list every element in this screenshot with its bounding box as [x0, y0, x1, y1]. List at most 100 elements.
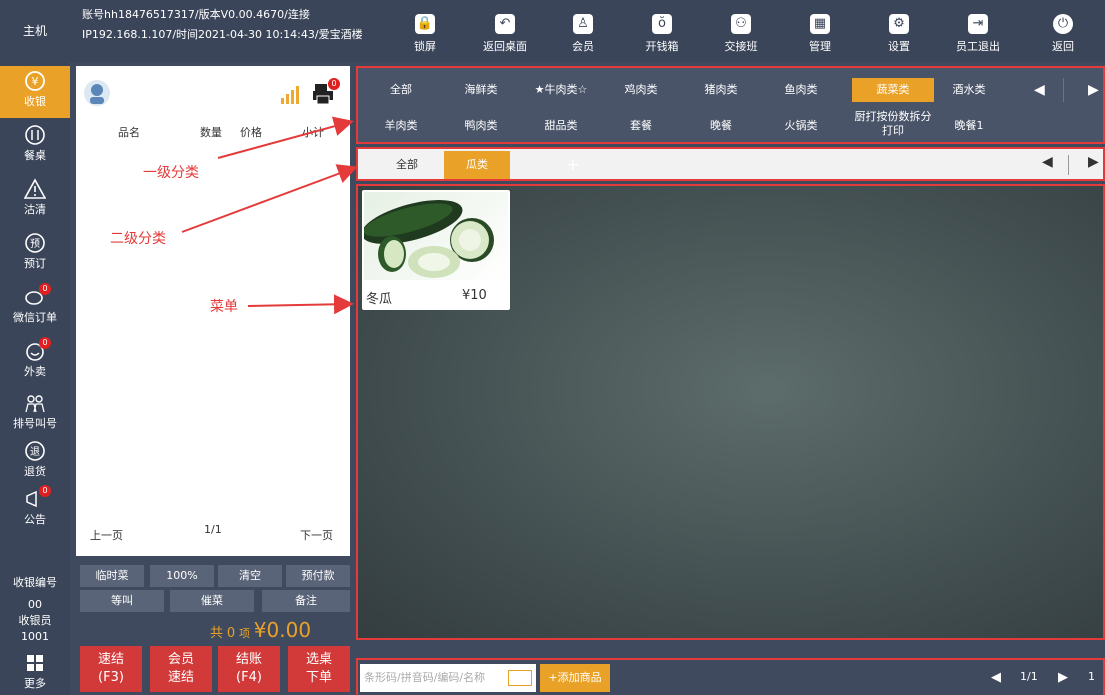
printer-icon[interactable]: 0 — [312, 78, 340, 106]
category-tab[interactable]: 甜品类 — [524, 114, 598, 138]
button-label: 返回 — [1052, 40, 1074, 53]
add-subcategory-button[interactable]: + — [540, 151, 606, 179]
temp-dish-button[interactable]: 临时菜 — [80, 565, 144, 587]
sidebar-item-tables[interactable]: 餐桌 — [0, 120, 70, 172]
back-arrow-icon: ↶ — [495, 14, 515, 34]
sidebar-item-return[interactable]: 退 退货 — [0, 436, 70, 488]
sidebar-item-label: 排号叫号 — [13, 417, 57, 430]
open-cash-drawer-button[interactable]: ŏ 开钱箱 — [627, 6, 697, 60]
divider — [1068, 155, 1069, 175]
category-tab-active[interactable]: 蔬菜类 — [852, 78, 934, 102]
account-info: 账号hh18476517317/版本V0.00.4670/连接 — [82, 8, 310, 21]
back-desktop-button[interactable]: ↶ 返回桌面 — [470, 6, 540, 60]
member-icon: ♙ — [573, 14, 593, 34]
order-total: 共 0 项 ¥0.00 — [210, 618, 311, 642]
select-table-button[interactable]: 选桌 下单 — [288, 646, 350, 692]
scroll-right-icon[interactable]: ▶ — [1088, 82, 1099, 98]
category-tab[interactable]: 鸡肉类 — [604, 78, 678, 102]
category-tab[interactable]: ★牛肉类☆ — [524, 78, 598, 102]
sidebar-item-notice[interactable]: 0 公告 — [0, 484, 70, 536]
wechat-order-icon: 0 — [24, 283, 51, 308]
sidebar-item-label: 公告 — [24, 513, 46, 526]
dish-card[interactable]: 冬瓜 ¥10 — [362, 190, 510, 310]
ip-info: IP192.168.1.107/时间2021-04-30 10:14:43/爱宝… — [82, 28, 363, 41]
shift-handover-button[interactable]: ⚇ 交接班 — [706, 6, 776, 60]
staff-logout-button[interactable]: ⇥ 员工退出 — [943, 6, 1013, 60]
next-page-button[interactable]: 下一页 — [300, 527, 333, 543]
cashier-label: 收银员 — [18, 614, 52, 627]
notification-badge: 0 — [39, 283, 51, 295]
category-tab[interactable]: 海鲜类 — [444, 78, 518, 102]
manage-button[interactable]: ▦ 管理 — [785, 6, 855, 60]
sidebar-item-label: 更多 — [24, 677, 46, 690]
annotation-primary-category: 一级分类 — [143, 165, 199, 181]
takeout-icon: 0 — [24, 337, 51, 362]
page-indicator: 1/1 — [204, 523, 222, 536]
note-button[interactable]: 备注 — [262, 590, 350, 612]
button-label: 锁屏 — [414, 40, 436, 53]
category-tab[interactable]: 鸭肉类 — [444, 114, 518, 138]
svg-text:¥: ¥ — [32, 75, 39, 88]
logout-icon: ⇥ — [968, 14, 988, 34]
sidebar-item-queue[interactable]: 排号叫号 — [0, 388, 70, 440]
cashier-no-label: 收银编号 — [13, 576, 57, 589]
subcategory-tab[interactable]: 全部 — [374, 151, 440, 179]
hold-button[interactable]: 等叫 — [80, 590, 164, 612]
settings-button[interactable]: ⚙ 设置 — [864, 6, 934, 60]
category-tab[interactable]: 全部 — [364, 78, 438, 102]
category-tab[interactable]: 酒水类 — [932, 78, 1006, 102]
scroll-right-icon[interactable]: ▶ — [1088, 154, 1099, 170]
button-label: 管理 — [809, 40, 831, 53]
category-tab[interactable]: 猪肉类 — [684, 78, 758, 102]
column-qty: 数量 — [200, 126, 222, 139]
button-label: 设置 — [888, 40, 910, 53]
manage-icon: ▦ — [810, 14, 830, 34]
bottom-bar: 条形码/拼音码/编码/名称 +添加商品 ◀ 1/1 ▶ 1 — [356, 658, 1105, 695]
page-indicator: 1/1 — [1020, 670, 1038, 683]
avatar — [84, 80, 110, 106]
category-tab[interactable]: 羊肉类 — [364, 114, 438, 138]
category-tab[interactable]: 厨打按份数拆分打印 — [852, 108, 934, 140]
category-tab[interactable]: 套餐 — [604, 114, 678, 138]
return-icon: 退 — [24, 440, 46, 462]
category-tab[interactable]: 火锅类 — [764, 114, 838, 138]
annotation-secondary-category: 二级分类 — [110, 231, 166, 247]
member-button[interactable]: ♙ 会员 — [548, 6, 618, 60]
add-product-button[interactable]: +添加商品 — [540, 664, 610, 692]
sidebar-item-reserve[interactable]: 预 预订 — [0, 228, 70, 280]
sidebar-item-more[interactable]: 更多 — [0, 648, 70, 695]
lock-screen-button[interactable]: 🔒 锁屏 — [390, 6, 460, 60]
keyboard-icon[interactable] — [508, 670, 532, 686]
prev-page-button[interactable]: 上一页 — [90, 527, 123, 543]
search-input[interactable]: 条形码/拼音码/编码/名称 — [360, 664, 536, 692]
category-tab[interactable]: 晚餐 — [684, 114, 758, 138]
top-bar: 账号hh18476517317/版本V0.00.4670/连接 IP192.16… — [70, 0, 1105, 62]
dish-name: 冬瓜 — [366, 292, 393, 307]
scroll-left-icon[interactable]: ◀ — [1034, 82, 1045, 98]
quick-settle-button[interactable]: 速结 (F3) — [80, 646, 142, 692]
svg-text:预: 预 — [30, 238, 40, 250]
rush-button[interactable]: 催菜 — [170, 590, 254, 612]
signal-icon — [280, 86, 300, 107]
scroll-left-icon[interactable]: ◀ — [1042, 154, 1053, 170]
svg-text:退: 退 — [30, 446, 40, 458]
annotation-menu: 菜单 — [210, 299, 238, 315]
menu-area: 冬瓜 ¥10 — [356, 184, 1105, 640]
total-count: 0 — [226, 626, 236, 641]
page-next-icon[interactable]: ▶ — [1058, 670, 1068, 685]
discount-button[interactable]: 100% — [150, 565, 214, 587]
clear-button[interactable]: 清空 — [218, 565, 282, 587]
sidebar-item-wechat-orders[interactable]: 0 微信订单 — [0, 282, 70, 334]
sidebar-item-takeout[interactable]: 0 外卖 — [0, 336, 70, 388]
sidebar-item-soldout[interactable]: 沽清 — [0, 174, 70, 226]
return-button[interactable]: ⏻ 返回 — [1028, 6, 1098, 60]
button-label: 员工退出 — [956, 40, 1000, 53]
category-tab[interactable]: 鱼肉类 — [764, 78, 838, 102]
sidebar-item-cashier[interactable]: ¥ 收银 — [0, 66, 70, 118]
prepay-button[interactable]: 预付款 — [286, 565, 350, 587]
category-tab[interactable]: 晚餐1 — [932, 114, 1006, 138]
page-prev-icon[interactable]: ◀ — [991, 670, 1001, 685]
subcategory-tab-active[interactable]: 瓜类 — [444, 151, 510, 179]
checkout-button[interactable]: 结账 (F4) — [218, 646, 280, 692]
member-quick-settle-button[interactable]: 会员 速结 — [150, 646, 212, 692]
